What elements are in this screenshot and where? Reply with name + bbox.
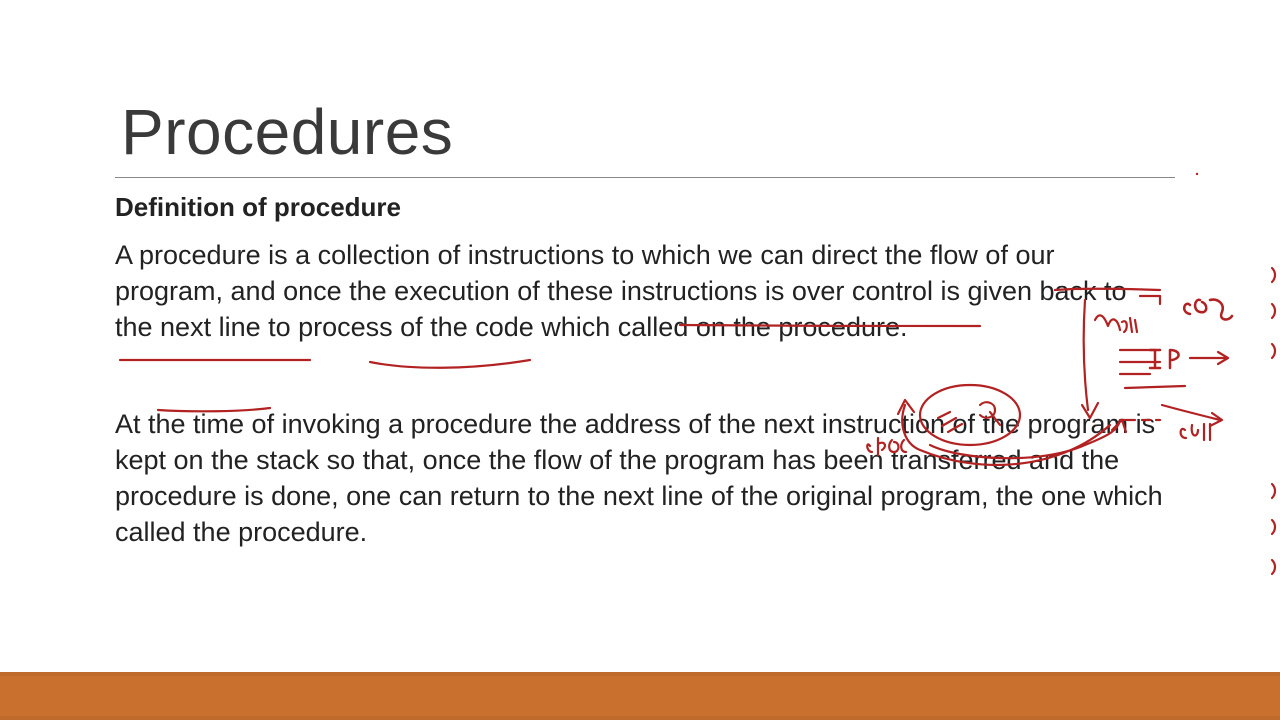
title-rule — [115, 177, 1175, 178]
bottom-accent-bar — [0, 672, 1280, 720]
slide-title: Procedures — [121, 95, 1175, 169]
subheading: Definition of procedure — [115, 192, 1175, 223]
content-area: Procedures Definition of procedure A pro… — [115, 95, 1175, 610]
slide: Procedures Definition of procedure A pro… — [0, 0, 1280, 720]
paragraph-2: At the time of invoking a procedure the … — [115, 406, 1165, 551]
bottom-accent-inner — [0, 676, 1280, 716]
paragraph-1: A procedure is a collection of instructi… — [115, 237, 1165, 346]
